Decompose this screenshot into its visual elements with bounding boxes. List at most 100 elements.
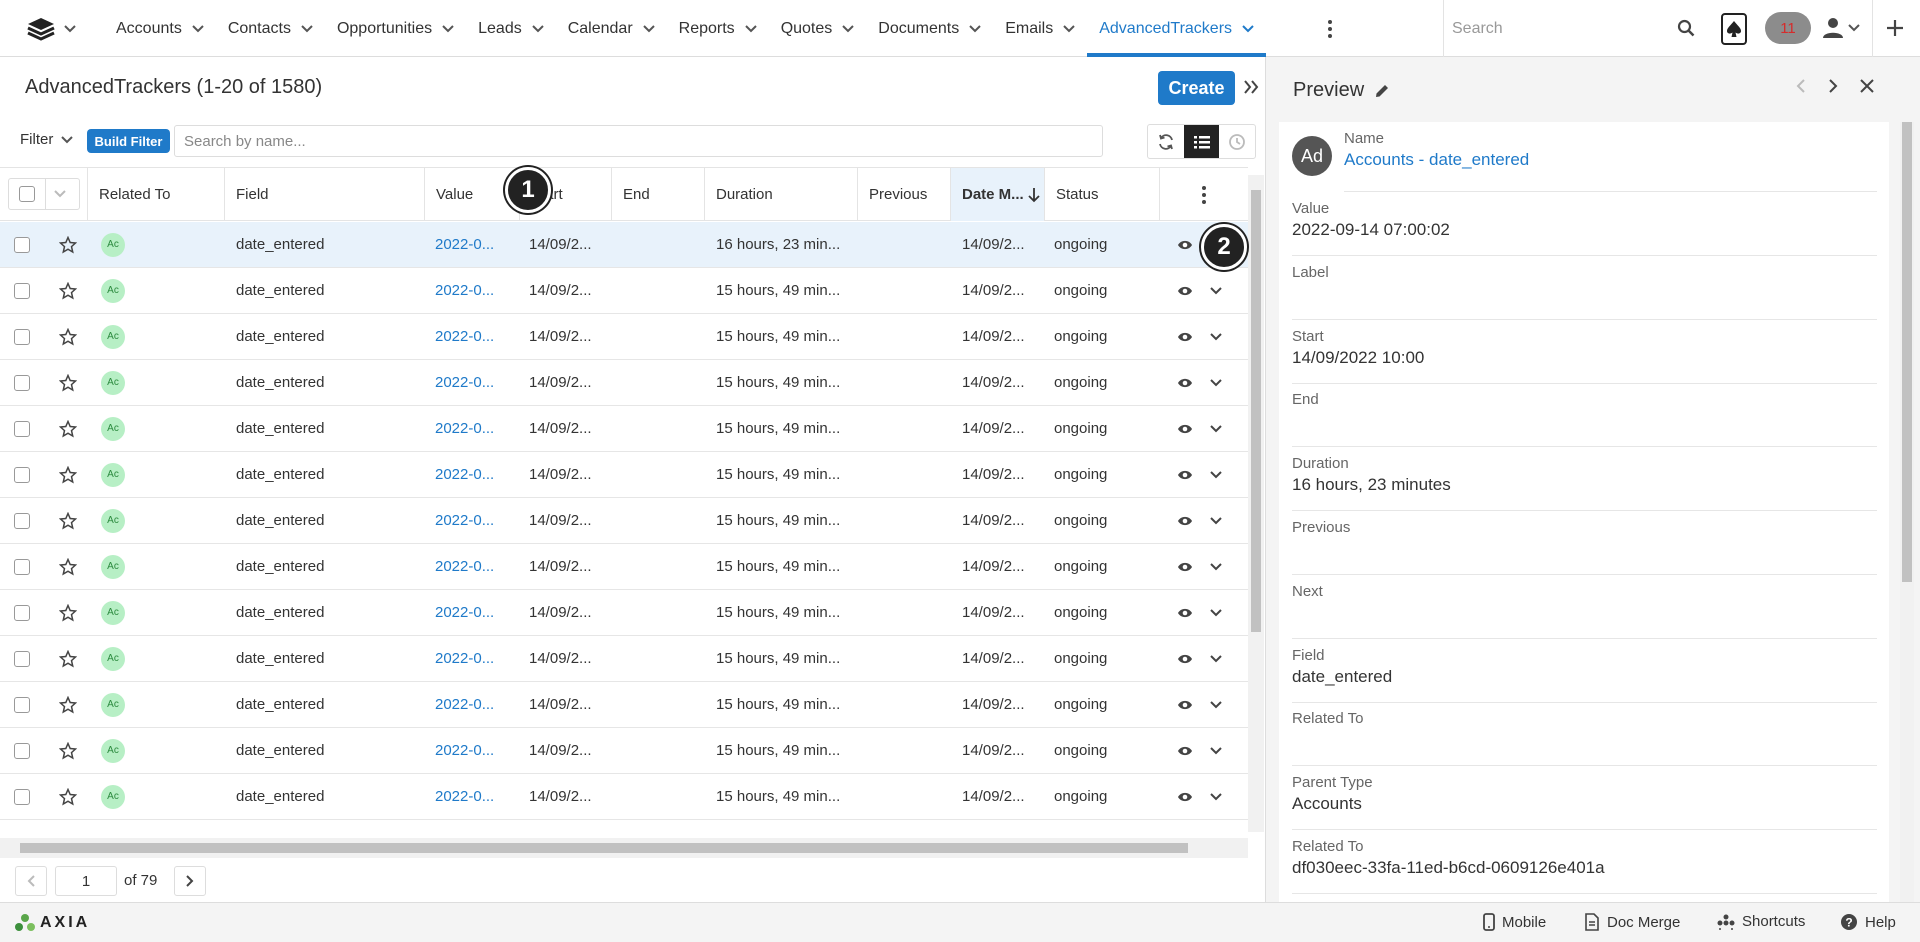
- column-header-status[interactable]: Status: [1045, 168, 1160, 221]
- nav-tab-emails[interactable]: Emails: [993, 0, 1087, 57]
- scrollbar-thumb[interactable]: [1902, 122, 1912, 582]
- filter-dropdown[interactable]: Filter: [20, 131, 74, 148]
- table-row[interactable]: Ac date_entered 2022-0... 14/09/2... 15 hour…: [0, 406, 1248, 452]
- chevron-down-icon[interactable]: [1210, 406, 1222, 451]
- cell-value-link[interactable]: 2022-0...: [435, 452, 494, 497]
- spade-card-icon[interactable]: [1721, 13, 1747, 45]
- cell-value-link[interactable]: 2022-0...: [435, 544, 494, 589]
- pencil-icon[interactable]: [1374, 83, 1390, 99]
- nav-tab-reports[interactable]: Reports: [667, 0, 769, 57]
- star-icon[interactable]: [59, 268, 77, 313]
- scrollbar-thumb[interactable]: [1251, 190, 1261, 632]
- cell-value-link[interactable]: 2022-0...: [435, 268, 494, 313]
- nav-tab-accounts[interactable]: Accounts: [104, 0, 216, 57]
- column-header-related-to[interactable]: Related To: [88, 168, 225, 221]
- clock-icon[interactable]: [1219, 125, 1255, 158]
- related-avatar[interactable]: Ac: [101, 462, 125, 487]
- chevron-down-icon[interactable]: [1210, 360, 1222, 405]
- column-header-duration[interactable]: Duration: [705, 168, 858, 221]
- column-header-previous[interactable]: Previous: [858, 168, 951, 221]
- table-row[interactable]: Ac date_entered 2022-0... 14/09/2... 15 hour…: [0, 682, 1248, 728]
- footer-link-doc-merge[interactable]: Doc Merge: [1584, 913, 1680, 931]
- row-checkbox[interactable]: [14, 788, 30, 805]
- star-icon[interactable]: [59, 222, 77, 267]
- star-icon[interactable]: [59, 498, 77, 543]
- eye-icon[interactable]: [1177, 774, 1193, 819]
- cell-value-link[interactable]: 2022-0...: [435, 728, 494, 773]
- row-checkbox[interactable]: [14, 466, 30, 483]
- chevron-down-icon[interactable]: [54, 190, 66, 198]
- select-all-checkbox[interactable]: [19, 186, 35, 202]
- related-avatar[interactable]: Ac: [101, 370, 125, 395]
- chevron-down-icon[interactable]: [1210, 590, 1222, 635]
- row-checkbox[interactable]: [14, 282, 30, 299]
- previous-page-button[interactable]: [15, 866, 47, 896]
- list-view-icon[interactable]: [1183, 125, 1220, 158]
- chevron-down-icon[interactable]: [1210, 268, 1222, 313]
- double-chevron-right-icon[interactable]: [1243, 78, 1259, 96]
- vertical-scrollbar[interactable]: [1248, 175, 1264, 832]
- eye-icon[interactable]: [1177, 222, 1193, 267]
- star-icon[interactable]: [59, 774, 77, 819]
- related-avatar[interactable]: Ac: [101, 692, 125, 717]
- eye-icon[interactable]: [1177, 406, 1193, 451]
- table-row[interactable]: Ac date_entered 2022-0... 14/09/2... 15 hour…: [0, 452, 1248, 498]
- more-modules-icon[interactable]: [1320, 18, 1340, 40]
- related-avatar[interactable]: Ac: [101, 232, 125, 257]
- create-button[interactable]: Create: [1158, 71, 1235, 105]
- star-icon[interactable]: [59, 590, 77, 635]
- table-row[interactable]: Ac date_entered 2022-0... 14/09/2... 15 hour…: [0, 774, 1248, 820]
- table-row[interactable]: Ac date_entered 2022-0... 14/09/2... 15 hour…: [0, 360, 1248, 406]
- row-checkbox[interactable]: [14, 650, 30, 667]
- eye-icon[interactable]: [1177, 314, 1193, 359]
- cell-value-link[interactable]: 2022-0...: [435, 682, 494, 727]
- star-icon[interactable]: [59, 682, 77, 727]
- column-header-date-modified[interactable]: Date M...: [951, 168, 1045, 221]
- row-checkbox[interactable]: [14, 328, 30, 345]
- eye-icon[interactable]: [1177, 268, 1193, 313]
- notification-badge[interactable]: 11: [1765, 12, 1811, 44]
- column-options-icon[interactable]: [1160, 168, 1248, 221]
- eye-icon[interactable]: [1177, 452, 1193, 497]
- record-name-link[interactable]: Accounts - date_entered: [1344, 150, 1529, 170]
- scrollbar-thumb[interactable]: [20, 843, 1188, 853]
- star-icon[interactable]: [59, 314, 77, 359]
- plus-icon[interactable]: [1884, 17, 1906, 39]
- table-row[interactable]: Ac date_entered 2022-0... 14/09/2... 15 hour…: [0, 314, 1248, 360]
- refresh-icon[interactable]: [1148, 125, 1184, 158]
- eye-icon[interactable]: [1177, 682, 1193, 727]
- star-icon[interactable]: [59, 452, 77, 497]
- row-checkbox[interactable]: [14, 604, 30, 621]
- name-search-input[interactable]: [174, 125, 1103, 157]
- chevron-right-icon[interactable]: [1828, 79, 1838, 93]
- table-row[interactable]: Ac date_entered 2022-0... 14/09/2... 15 hour…: [0, 636, 1248, 682]
- related-avatar[interactable]: Ac: [101, 554, 125, 579]
- chevron-down-icon[interactable]: [1210, 544, 1222, 589]
- nav-tab-opportunities[interactable]: Opportunities: [325, 0, 466, 57]
- star-icon[interactable]: [59, 728, 77, 773]
- chevron-down-icon[interactable]: [1210, 498, 1222, 543]
- nav-tab-leads[interactable]: Leads: [466, 0, 556, 57]
- related-avatar[interactable]: Ac: [101, 784, 125, 809]
- chevron-down-icon[interactable]: [1210, 452, 1222, 497]
- footer-link-shortcuts[interactable]: Shortcuts: [1717, 913, 1805, 930]
- column-header-field[interactable]: Field: [225, 168, 425, 221]
- app-menu-button[interactable]: [26, 14, 90, 44]
- footer-link-help[interactable]: ? Help: [1840, 913, 1896, 931]
- next-page-button[interactable]: [174, 866, 206, 896]
- row-checkbox[interactable]: [14, 558, 30, 575]
- eye-icon[interactable]: [1177, 544, 1193, 589]
- star-icon[interactable]: [59, 636, 77, 681]
- eye-icon[interactable]: [1177, 590, 1193, 635]
- eye-icon[interactable]: [1177, 360, 1193, 405]
- table-row[interactable]: Ac date_entered 2022-0... 14/09/2... 15 hour…: [0, 728, 1248, 774]
- table-row[interactable]: Ac date_entered 2022-0... 14/09/2... 15 hour…: [0, 498, 1248, 544]
- cell-value-link[interactable]: 2022-0...: [435, 774, 494, 819]
- related-avatar[interactable]: Ac: [101, 278, 125, 303]
- cell-value-link[interactable]: 2022-0...: [435, 222, 494, 267]
- chevron-down-icon[interactable]: [1210, 774, 1222, 819]
- row-checkbox[interactable]: [14, 374, 30, 391]
- column-header-end[interactable]: End: [612, 168, 705, 221]
- page-number-input[interactable]: [55, 866, 117, 896]
- star-icon[interactable]: [59, 360, 77, 405]
